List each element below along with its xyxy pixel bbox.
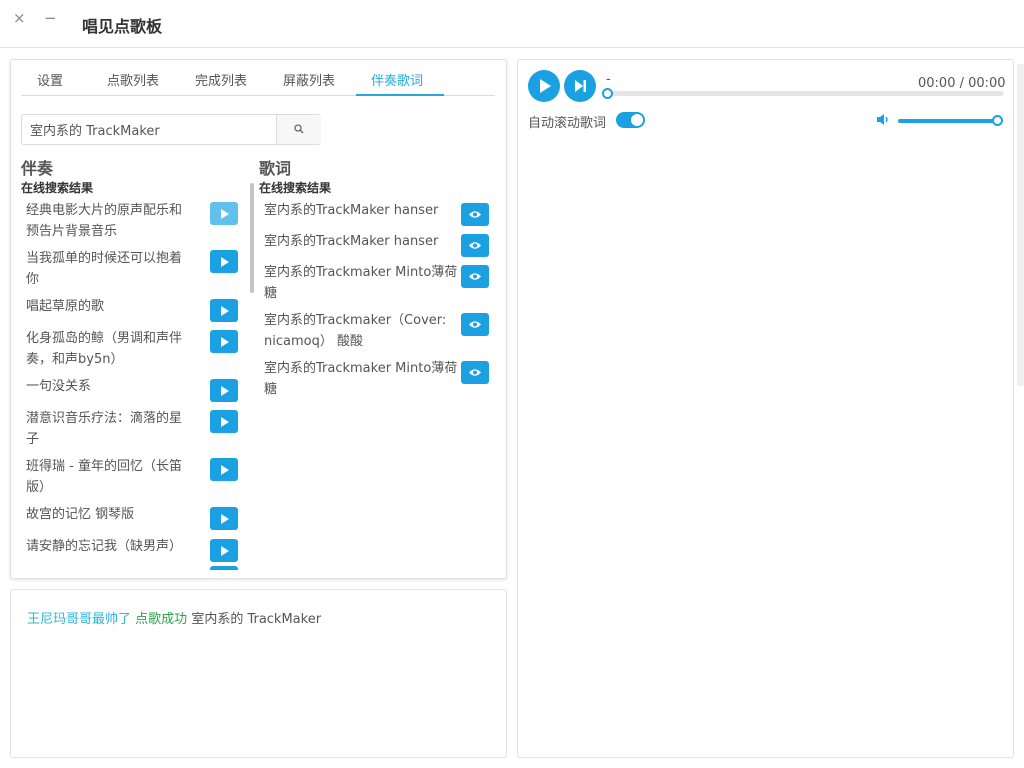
play-button[interactable] xyxy=(210,330,238,353)
close-icon[interactable]: × xyxy=(13,10,26,26)
search-icon xyxy=(294,124,304,134)
lyrics-subheading: 在线搜索结果 xyxy=(259,181,332,195)
list-item-title: 室内系的Trackmaker Minto薄荷糖 xyxy=(264,361,458,397)
search-box xyxy=(21,114,321,145)
play-button[interactable] xyxy=(210,250,238,273)
window-title: 唱见点歌板 xyxy=(82,17,163,36)
progress-thumb[interactable] xyxy=(602,88,613,99)
list-item-title: 室内系的TrackMaker hanser xyxy=(264,203,439,218)
play-button[interactable] xyxy=(210,566,238,570)
volume-thumb[interactable] xyxy=(992,115,1003,126)
play-button[interactable] xyxy=(210,379,238,402)
lyrics-list: 室内系的TrackMaker hanser 室内系的TrackMaker han… xyxy=(259,198,495,570)
now-playing-title: - xyxy=(606,72,611,87)
log-status: 点歌成功 xyxy=(135,612,188,627)
eye-icon xyxy=(469,321,481,328)
list-item: 经典电影大片的原声配乐和 预告片背景音乐 xyxy=(21,198,249,242)
log-message: 王尼玛哥哥最帅了 点歌成功 室内系的 TrackMaker xyxy=(27,608,321,627)
list-item-title: 请安静的忘记我（缺男声） xyxy=(26,539,183,554)
list-item: 唱起草原的歌 xyxy=(21,294,249,324)
active-tab-indicator xyxy=(356,94,444,96)
window-scrollbar[interactable] xyxy=(1017,64,1024,386)
search-button[interactable] xyxy=(276,115,321,144)
preview-lyrics-button[interactable] xyxy=(461,234,489,257)
accompaniment-subheading: 在线搜索结果 xyxy=(21,181,94,195)
accompaniment-scrollbar[interactable] xyxy=(250,183,254,293)
eye-icon xyxy=(469,369,481,376)
list-item: 故宫的记忆 钢琴版 xyxy=(21,502,249,532)
tab-completed-list[interactable]: 完成列表 xyxy=(195,70,247,89)
preview-lyrics-button[interactable] xyxy=(461,313,489,336)
eye-icon xyxy=(469,211,481,218)
preview-lyrics-button[interactable] xyxy=(461,265,489,288)
list-item-title: 班得瑞 - 童年的回忆（长笛 版） xyxy=(26,459,182,495)
list-item: 当我孤单的时候还可以抱着你 xyxy=(21,246,249,290)
search-input[interactable] xyxy=(22,115,276,144)
play-button[interactable] xyxy=(210,202,238,225)
auto-scroll-toggle[interactable] xyxy=(616,112,645,128)
accompaniment-heading: 伴奏 xyxy=(21,159,54,178)
list-item: 请安静的忘记我（缺男声） xyxy=(21,534,249,564)
tab-settings[interactable]: 设置 xyxy=(37,70,63,89)
list-item: 潜意识音乐疗法：滴落的星子 xyxy=(21,406,249,450)
list-item-title: 室内系的TrackMaker hanser xyxy=(264,234,439,249)
preview-lyrics-button[interactable] xyxy=(461,203,489,226)
title-bar: × − 唱见点歌板 xyxy=(0,0,1024,48)
tab-blocked-list[interactable]: 屏蔽列表 xyxy=(283,70,335,89)
tab-accompaniment-lyrics[interactable]: 伴奏歌词 xyxy=(371,70,423,89)
log-panel: 王尼玛哥哥最帅了 点歌成功 室内系的 TrackMaker xyxy=(10,589,507,758)
list-item: 室内系的Trackmaker Minto薄荷糖 xyxy=(259,356,495,402)
play-button[interactable] xyxy=(210,410,238,433)
list-item: 一句没关系 xyxy=(21,374,249,404)
list-item-title: 化身孤岛的鲸（男调和声伴 奏，和声by5n） xyxy=(26,331,183,367)
accompaniment-list: 经典电影大片的原声配乐和 预告片背景音乐 当我孤单的时候还可以抱着你 唱起草原的歌… xyxy=(21,198,249,570)
tab-request-list[interactable]: 点歌列表 xyxy=(107,70,159,89)
eye-icon xyxy=(469,242,481,249)
play-button[interactable] xyxy=(210,299,238,322)
progress-bar[interactable] xyxy=(608,91,1004,96)
play-icon xyxy=(540,79,551,93)
list-item: 室内系的TrackMaker hanser xyxy=(259,229,495,259)
skip-next-icon xyxy=(575,80,586,92)
list-item: 室内系的Trackmaker Minto薄荷糖 xyxy=(259,260,495,306)
list-item: 班得瑞 - 童年的回忆（长笛 版） xyxy=(21,454,249,498)
player-panel: - 00:00 / 00:00 自动滚动歌词 xyxy=(517,59,1014,758)
volume-slider[interactable] xyxy=(898,119,998,123)
list-item-title: 经典电影大片的原声配乐和 预告片背景音乐 xyxy=(26,203,183,239)
preview-lyrics-button[interactable] xyxy=(461,361,489,384)
list-item-title: 当我孤单的时候还可以抱着你 xyxy=(26,251,183,287)
list-item-title: 一句没关系 xyxy=(26,379,92,394)
auto-scroll-label: 自动滚动歌词 xyxy=(528,116,607,131)
lyrics-heading: 歌词 xyxy=(259,159,292,178)
list-item: 室内系的Trackmaker（Cover: nicamoq） 酸酸 xyxy=(259,308,495,354)
list-item: 室内系的TrackMaker hanser xyxy=(259,198,495,228)
list-item-title: 唱起草原的歌 xyxy=(26,299,105,314)
list-item: 化身孤岛的鲸（男调和声伴 奏，和声by5n） xyxy=(21,326,249,370)
play-button[interactable] xyxy=(210,458,238,481)
next-track-button[interactable] xyxy=(564,70,596,102)
time-display: 00:00 / 00:00 xyxy=(918,76,1006,91)
tab-bar: 设置 点歌列表 完成列表 屏蔽列表 伴奏歌词 xyxy=(21,60,495,96)
list-item-title: 室内系的Trackmaker（Cover: nicamoq） 酸酸 xyxy=(264,313,447,349)
main-panel: 设置 点歌列表 完成列表 屏蔽列表 伴奏歌词 伴奏 在线搜索结果 经典电影大片的… xyxy=(10,59,507,579)
list-item-title: 故宫的记忆 钢琴版 xyxy=(26,507,135,522)
play-button[interactable] xyxy=(210,507,238,530)
log-song: 室内系的 TrackMaker xyxy=(191,612,322,627)
play-button[interactable] xyxy=(210,539,238,562)
list-item-title: 潜意识音乐疗法：滴落的星子 xyxy=(26,411,183,447)
minimize-icon[interactable]: − xyxy=(44,10,57,26)
log-user: 王尼玛哥哥最帅了 xyxy=(27,612,132,627)
eye-icon xyxy=(469,273,481,280)
volume-icon[interactable] xyxy=(876,113,890,126)
list-item-title: 室内系的Trackmaker Minto薄荷糖 xyxy=(264,265,458,301)
play-pause-button[interactable] xyxy=(528,70,560,102)
